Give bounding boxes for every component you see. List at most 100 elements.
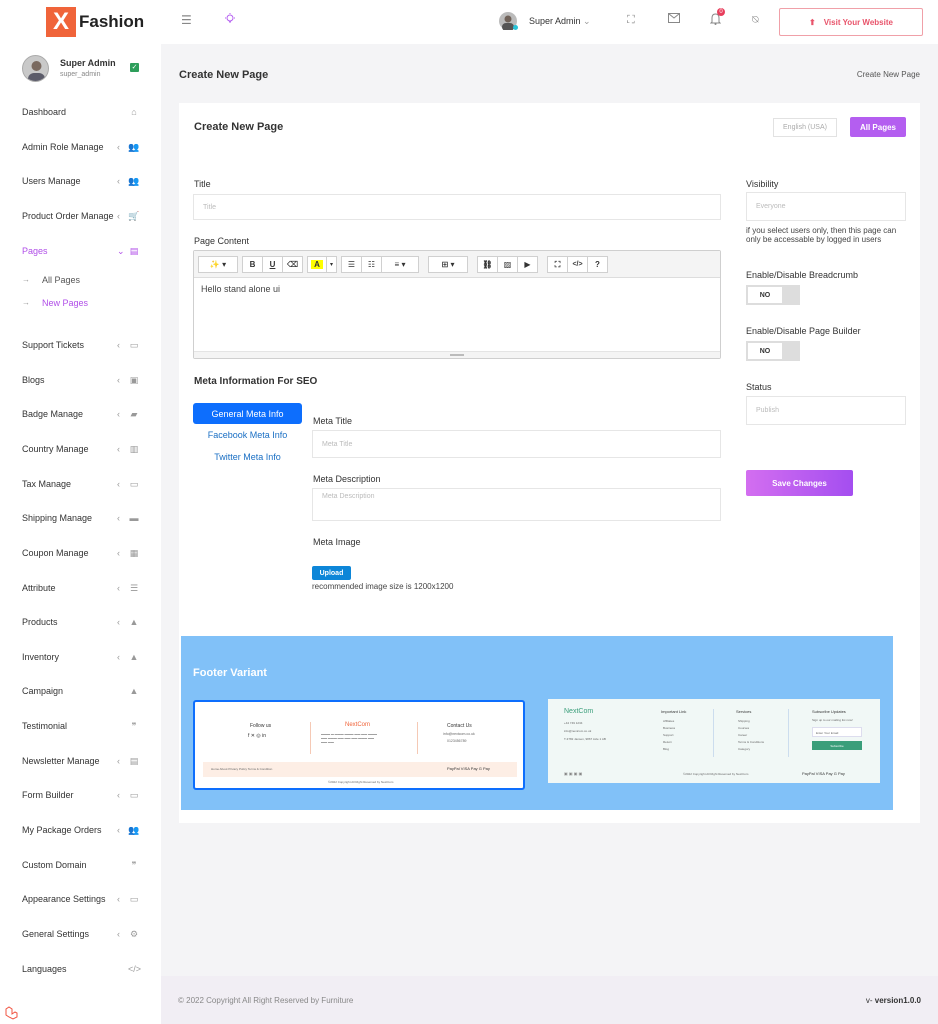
sidebar-item-products[interactable]: Products ‹ ▲ — [0, 613, 161, 633]
sidebar-item-pages[interactable]: Pages ⌄ ▤ — [0, 242, 161, 262]
topbar-user-name[interactable]: Super Admin ⌄ — [529, 16, 591, 27]
footer-variant-01[interactable]: Follow us f ✕ ◎ in NextCom ▬▬▬ ▬ ▬▬▬ ▬▬▬… — [193, 700, 525, 790]
help-icon[interactable]: ? — [587, 256, 608, 273]
text-color-icon[interactable]: A — [307, 256, 327, 273]
sidebar-item-package-orders[interactable]: My Package Orders ‹ 👥 — [0, 821, 161, 841]
chevron-left-icon: ‹ — [117, 142, 120, 152]
sidebar-item-label: Support Tickets — [22, 340, 85, 350]
video-icon[interactable]: ▶ — [517, 256, 538, 273]
bold-icon[interactable]: B — [242, 256, 263, 273]
unordered-list-icon[interactable]: ☰ — [341, 256, 362, 273]
editor-resize-handle[interactable] — [194, 351, 720, 358]
page-builder-toggle[interactable]: NO — [746, 341, 800, 361]
sidebar-item-label: Dashboard — [22, 107, 67, 117]
lightbulb-icon[interactable] — [224, 13, 236, 28]
image-icon[interactable]: ▨ — [497, 256, 518, 273]
toggle-knob: NO — [748, 343, 782, 359]
arrow-right-icon: → — [22, 275, 30, 284]
sidebar-item-form-builder[interactable]: Form Builder ‹ ▭ — [0, 786, 161, 806]
bag-icon: ▲ — [129, 617, 139, 627]
tab-facebook-meta[interactable]: Facebook Meta Info — [193, 424, 302, 445]
meta-image-label: Meta Image — [313, 537, 361, 547]
sidebar-item-users[interactable]: Users Manage ‹ 👥 — [0, 172, 161, 192]
fv2-col2-item: Terms & Conditions — [738, 740, 765, 744]
sidebar-item-label: Campaign — [22, 686, 64, 696]
sidebar-item-languages[interactable]: Languages </> — [0, 960, 161, 980]
fv1-phone: 0123456789 — [447, 739, 467, 743]
folder-icon: ▭ — [129, 894, 139, 904]
sidebar-item-campaign[interactable]: Campaign ▲ — [0, 682, 161, 702]
fv2-phone: +44 749 1234 — [564, 721, 583, 725]
sidebar-item-coupon[interactable]: Coupon Manage ‹ ▦ — [0, 544, 161, 564]
tab-general-meta[interactable]: General Meta Info — [193, 403, 302, 424]
sidebar-item-tax[interactable]: Tax Manage ‹ ▭ — [0, 475, 161, 495]
fullscreen-icon[interactable]: ⛶ — [547, 256, 568, 273]
topbar: ☰ Super Admin ⌄ ⛶ 0 ⍉ ⬆ Visit Your Websit… — [161, 0, 938, 44]
fv2-col2-title: Services — [736, 709, 752, 714]
sidebar-subitem-new-pages[interactable]: → New Pages — [0, 296, 161, 312]
meta-description-input[interactable]: Meta Description — [312, 488, 721, 521]
title-input[interactable]: Title — [193, 194, 721, 220]
quote-icon: ❞ — [131, 860, 137, 870]
ordered-list-icon[interactable]: ☷ — [361, 256, 382, 273]
sidebar-item-admin-role[interactable]: Admin Role Manage ‹ 👥 — [0, 138, 161, 158]
align-icon[interactable]: ≡ ▾ — [381, 256, 419, 273]
magic-style-icon[interactable]: ✨ ▾ — [198, 256, 238, 273]
meta-title-input[interactable]: Meta Title — [312, 430, 721, 458]
fv2-col1-item: Return — [663, 740, 673, 744]
sidebar-item-custom-domain[interactable]: Custom Domain ❞ — [0, 856, 161, 876]
save-changes-button[interactable]: Save Changes — [746, 470, 853, 496]
sidebar-item-testimonial[interactable]: Testimonial ❞ — [0, 717, 161, 737]
mail-icon[interactable] — [668, 13, 680, 26]
sidebar-subitem-all-pages[interactable]: → All Pages — [0, 273, 161, 289]
editor-content[interactable]: Hello stand alone ui — [201, 284, 280, 294]
code-view-icon[interactable]: </> — [567, 256, 588, 273]
sidebar-item-badge[interactable]: Badge Manage ‹ ▰ — [0, 405, 161, 425]
sidebar-item-blogs[interactable]: Blogs ‹ ▣ — [0, 371, 161, 391]
fullscreen-icon[interactable]: ⛶ — [627, 14, 635, 27]
brand-logo[interactable]: X Fashion — [46, 7, 144, 37]
meta-title-label: Meta Title — [313, 416, 353, 426]
sidebar-item-appearance[interactable]: Appearance Settings ‹ ▭ — [0, 890, 161, 910]
toggle-knob: NO — [748, 287, 782, 303]
menu-icon[interactable]: ☰ — [181, 13, 192, 27]
cart-icon: 🛒 — [128, 211, 140, 221]
footer-copyright: © 2022 Copyright All Right Reserved by F… — [178, 996, 354, 1005]
sidebar-item-newsletter[interactable]: Newsletter Manage ‹ ▤ — [0, 752, 161, 772]
chevron-left-icon: ‹ — [117, 583, 120, 593]
tab-twitter-meta[interactable]: Twitter Meta Info — [193, 446, 302, 467]
sidebar-item-shipping[interactable]: Shipping Manage ‹ ▬ — [0, 509, 161, 529]
visit-website-button[interactable]: ⬆ Visit Your Website — [779, 8, 923, 36]
sidebar-item-inventory[interactable]: Inventory ‹ ▲ — [0, 648, 161, 668]
color-dropdown-icon[interactable]: ▾ — [326, 256, 337, 273]
eraser-icon[interactable]: ⌫ — [282, 256, 303, 273]
all-pages-button[interactable]: All Pages — [850, 117, 906, 137]
breadcrumb-toggle[interactable]: NO — [746, 285, 800, 305]
card-title: Create New Page — [194, 121, 284, 133]
link-icon[interactable]: ⛓ — [477, 256, 498, 273]
laravel-icon[interactable] — [4, 1006, 18, 1023]
status-select[interactable]: Publish — [746, 396, 906, 425]
sidebar-item-label: Users Manage — [22, 176, 81, 186]
visibility-select[interactable]: Everyone — [746, 192, 906, 221]
sidebar-item-dashboard[interactable]: Dashboard ⌂ — [0, 103, 161, 123]
upload-button[interactable]: Upload — [312, 566, 351, 580]
sidebar-item-attribute[interactable]: Attribute ‹ ☰ — [0, 579, 161, 599]
sidebar-item-support-tickets[interactable]: Support Tickets ‹ ▭ — [0, 336, 161, 356]
footer-variant-02[interactable]: NextCom +44 749 1234 info@nextcom.co.uk … — [548, 699, 880, 783]
fv1-follow: Follow us — [250, 723, 272, 729]
sidebar-item-country[interactable]: Country Manage ‹ ▥ — [0, 440, 161, 460]
sidebar-item-product-order[interactable]: Product Order Manage ‹ 🛒 — [0, 207, 161, 227]
newsletter-icon: ▤ — [129, 756, 139, 766]
underline-icon[interactable]: U — [262, 256, 283, 273]
sidebar-item-general-settings[interactable]: General Settings ‹ ⚙ — [0, 925, 161, 945]
fv2-col2-item: Category — [738, 747, 751, 751]
create-page-card: Create New Page English (USA) All Pages … — [179, 103, 920, 823]
clear-cache-icon[interactable]: ⍉ — [752, 14, 759, 27]
fv2-col1-title: Important Link — [661, 709, 687, 714]
content-label: Page Content — [194, 236, 250, 246]
fv1-social-icons: f ✕ ◎ in — [248, 733, 267, 739]
table-icon[interactable]: ⊞ ▾ — [428, 256, 468, 273]
fv1-email: info@nextcom.co.uk — [443, 732, 475, 736]
language-select[interactable]: English (USA) — [773, 118, 837, 137]
